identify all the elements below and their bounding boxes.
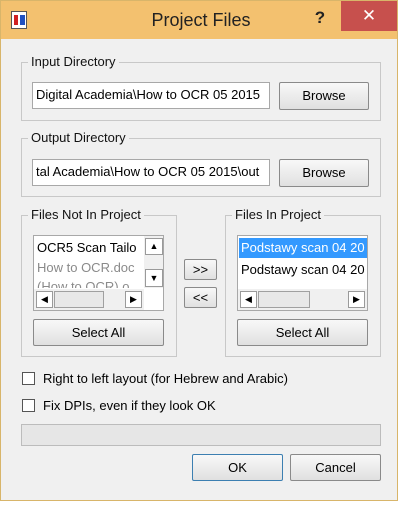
project-files-dialog: Project Files ? ✕ Input Directory Digita… (0, 0, 398, 501)
files-in-project-list[interactable]: Podstawy scan 04 20 Podstawy scan 04 20 … (237, 235, 368, 311)
list-item[interactable]: Podstawy scan 04 20 (241, 260, 367, 280)
scroll-thumb[interactable] (258, 291, 310, 308)
remove-from-project-button[interactable]: << (184, 287, 217, 308)
output-browse-button[interactable]: Browse (279, 159, 369, 187)
title-bar[interactable]: Project Files ? ✕ (1, 1, 397, 39)
files-not-in-project-list[interactable]: OCR5 Scan Tailo How to OCR.doc (How to O… (33, 235, 164, 311)
horizontal-scrollbar[interactable]: ◀ ▶ (34, 289, 144, 310)
files-in-project-label: Files In Project (232, 207, 324, 222)
add-to-project-button[interactable]: >> (184, 259, 217, 280)
scroll-left-icon[interactable]: ◀ (240, 291, 257, 308)
close-button[interactable]: ✕ (341, 1, 397, 31)
list-item-selected[interactable]: Podstawy scan 04 20 (239, 238, 367, 258)
list-item[interactable]: How to OCR.doc (37, 258, 145, 278)
input-browse-button[interactable]: Browse (279, 82, 369, 110)
list-item[interactable]: OCR5 Scan Tailo (37, 238, 145, 258)
input-directory-field[interactable]: Digital Academia\How to OCR 05 2015 (32, 82, 270, 109)
scroll-up-icon[interactable]: ▲ (145, 238, 163, 255)
input-directory-label: Input Directory (28, 54, 119, 69)
list-item[interactable]: (How to OCR) o (37, 277, 145, 288)
scroll-left-icon[interactable]: ◀ (36, 291, 53, 308)
rtl-layout-label: Right to left layout (for Hebrew and Ara… (43, 371, 288, 386)
vertical-scrollbar[interactable]: ▲ ▼ (144, 236, 163, 288)
ok-button[interactable]: OK (192, 454, 283, 481)
fix-dpi-checkbox[interactable] (22, 399, 35, 412)
fix-dpi-label: Fix DPIs, even if they look OK (43, 398, 216, 413)
scroll-down-icon[interactable]: ▼ (145, 269, 163, 287)
help-button[interactable]: ? (301, 5, 339, 33)
scroll-right-icon[interactable]: ▶ (125, 291, 142, 308)
rtl-layout-checkbox[interactable] (22, 372, 35, 385)
scroll-thumb[interactable] (54, 291, 104, 308)
horizontal-scrollbar[interactable]: ◀ ▶ (238, 289, 367, 310)
files-not-in-project-label: Files Not In Project (28, 207, 144, 222)
progress-bar (21, 424, 381, 446)
output-directory-label: Output Directory (28, 130, 129, 145)
output-directory-field[interactable]: tal Academia\How to OCR 05 2015\out (32, 159, 270, 186)
select-all-left-button[interactable]: Select All (33, 319, 164, 346)
select-all-right-button[interactable]: Select All (237, 319, 368, 346)
scroll-right-icon[interactable]: ▶ (348, 291, 365, 308)
cancel-button[interactable]: Cancel (290, 454, 381, 481)
